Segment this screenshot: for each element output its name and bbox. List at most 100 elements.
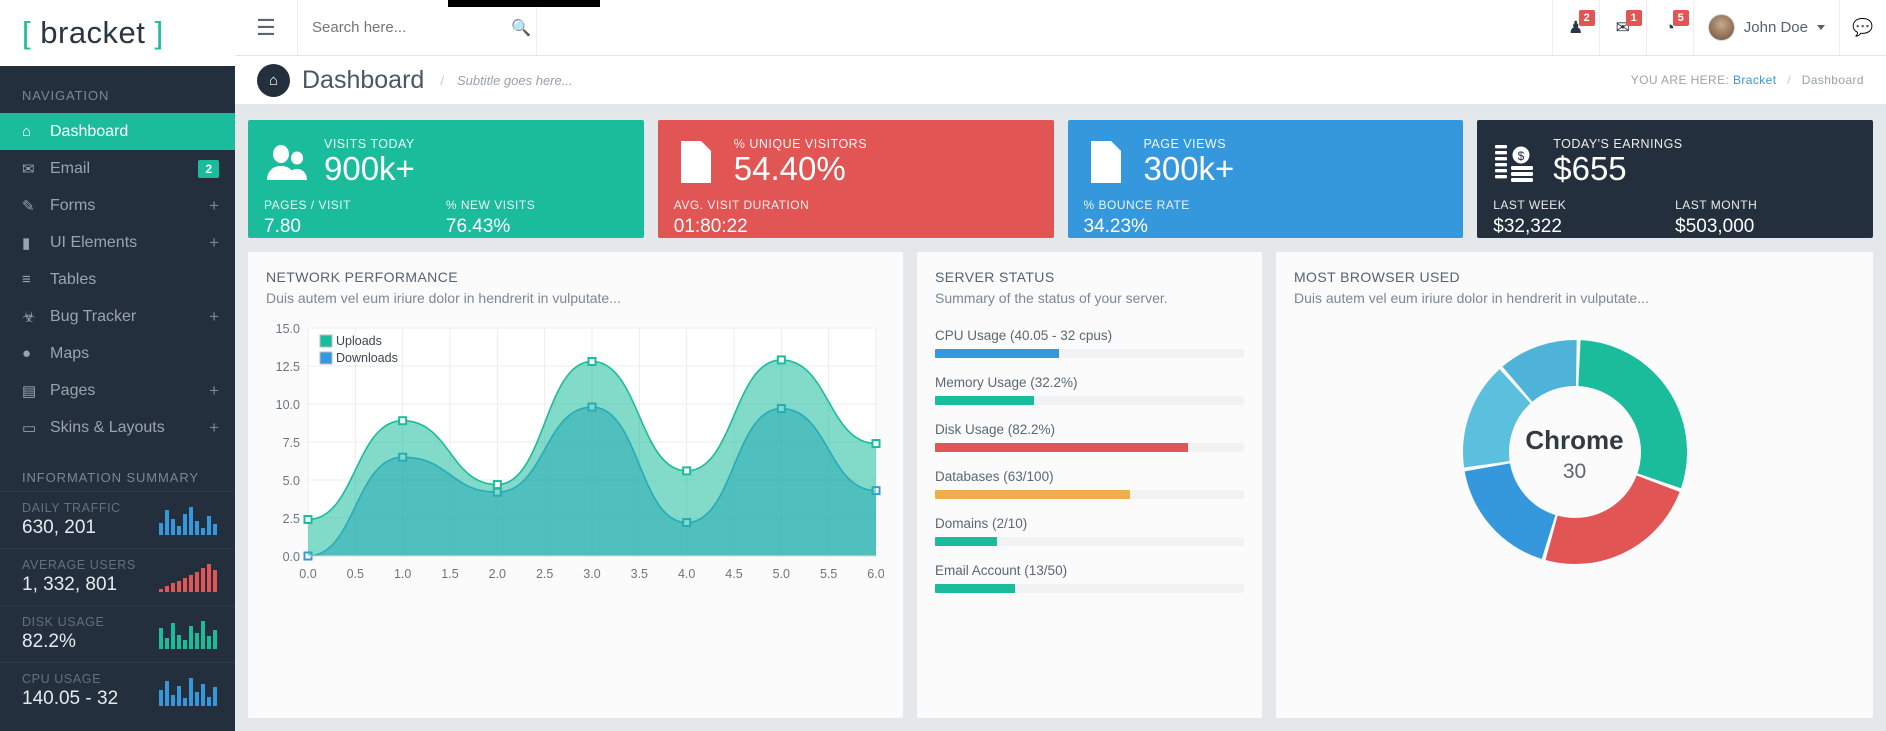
info-label: CPU USAGE bbox=[22, 672, 118, 686]
page-subtitle-wrap: /Subtitle goes here... bbox=[440, 73, 572, 88]
svg-text:2.0: 2.0 bbox=[489, 567, 506, 581]
svg-text:1.5: 1.5 bbox=[441, 567, 458, 581]
expand-plus-icon[interactable]: + bbox=[209, 196, 219, 216]
sidebar-item-tables[interactable]: ≡Tables bbox=[0, 261, 235, 298]
info-value: 82.2% bbox=[22, 631, 104, 653]
card-value: 900k+ bbox=[324, 152, 415, 187]
visits-today-card[interactable]: VISITS TODAY900k+ PAGES / VISIT 7.80% NEW … bbox=[248, 120, 644, 238]
breadcrumb-root-link[interactable]: Bracket bbox=[1733, 73, 1776, 87]
card-footer: % BOUNCE RATE34.23% bbox=[1084, 198, 1448, 238]
browser-panel-title: MOST BROWSER USED bbox=[1294, 269, 1855, 285]
info-label: DAILY TRAFFIC bbox=[22, 501, 121, 515]
search-icon[interactable]: 🔍 bbox=[511, 18, 531, 38]
card-foot-value: 7.80 bbox=[264, 216, 446, 238]
home-icon: ⌂ bbox=[22, 123, 50, 140]
progress-track bbox=[935, 349, 1244, 358]
briefcase-icon: ▮ bbox=[22, 234, 50, 252]
card-foot-label: LAST WEEK bbox=[1493, 198, 1675, 212]
server-status-list: CPU Usage (40.05 - 32 cpus)Memory Usage … bbox=[935, 328, 1244, 593]
users-icon[interactable]: ♟2 bbox=[1552, 0, 1599, 55]
sidebar-item-pages[interactable]: ▤Pages+ bbox=[0, 372, 235, 409]
sidebar-item-maps[interactable]: ●Maps bbox=[0, 335, 235, 372]
breadcrumb-current: Dashboard bbox=[1802, 73, 1864, 87]
svg-text:0.0: 0.0 bbox=[299, 567, 316, 581]
card-text: % UNIQUE VISITORS54.40% bbox=[734, 137, 867, 187]
svg-text:4.5: 4.5 bbox=[725, 567, 742, 581]
todays-earnings-card[interactable]: $TODAY'S EARNINGS$655LAST WEEK$32,322LAS… bbox=[1477, 120, 1873, 238]
svg-text:4.0: 4.0 bbox=[678, 567, 695, 581]
page-views-card[interactable]: PAGE VIEWS300k+ % BOUNCE RATE34.23% bbox=[1068, 120, 1464, 238]
brand-name: bracket bbox=[40, 15, 145, 50]
expand-plus-icon[interactable]: + bbox=[209, 307, 219, 327]
bug-icon: ☣ bbox=[22, 308, 50, 326]
user-menu[interactable]: John Doe bbox=[1693, 0, 1839, 55]
card-foot-value: 76.43% bbox=[446, 216, 628, 238]
search-input[interactable] bbox=[312, 19, 511, 36]
sidebar-item-label: Forms bbox=[50, 197, 209, 215]
edit-icon: ✎ bbox=[22, 197, 50, 215]
document-icon: ▤ bbox=[22, 382, 50, 400]
svg-text:7.5: 7.5 bbox=[283, 436, 300, 450]
sidebar-item-dashboard[interactable]: ⌂Dashboard bbox=[0, 113, 235, 150]
info-summary-row: CPU USAGE140.05 - 32 bbox=[0, 662, 235, 719]
network-performance-panel: NETWORK PERFORMANCE Duis autem vel eum i… bbox=[248, 252, 903, 718]
sidebar-item-forms[interactable]: ✎Forms+ bbox=[0, 187, 235, 224]
card-foot-label: AVG. VISIT DURATION bbox=[674, 198, 856, 212]
server-status-label: Memory Usage (32.2%) bbox=[935, 375, 1244, 390]
svg-text:2.5: 2.5 bbox=[283, 512, 300, 526]
home-icon: ⌂ bbox=[257, 64, 290, 97]
sidebar-item-email[interactable]: ✉Email2 bbox=[0, 150, 235, 187]
progress-track bbox=[935, 443, 1244, 452]
progress-track bbox=[935, 396, 1244, 405]
avatar bbox=[1708, 14, 1735, 41]
most-browser-used-donut bbox=[1457, 334, 1693, 575]
search-box[interactable]: 🔍 bbox=[297, 0, 537, 55]
card-foot-label: PAGES / VISIT bbox=[264, 198, 446, 212]
card-text: VISITS TODAY900k+ bbox=[324, 137, 415, 187]
expand-plus-icon[interactable]: + bbox=[209, 233, 219, 253]
svg-text:2.5: 2.5 bbox=[536, 567, 553, 581]
card-text: PAGE VIEWS300k+ bbox=[1144, 137, 1235, 187]
sidebar-item-label: Skins & Layouts bbox=[50, 419, 209, 437]
chevron-down-icon[interactable] bbox=[1817, 25, 1825, 30]
sidebar-item-skins-layouts[interactable]: ▭Skins & Layouts+ bbox=[0, 409, 235, 446]
server-status-item: Disk Usage (82.2%) bbox=[935, 422, 1244, 452]
sidebar-item-bug-tracker[interactable]: ☣Bug Tracker+ bbox=[0, 298, 235, 335]
svg-text:3.5: 3.5 bbox=[631, 567, 648, 581]
chat-icon[interactable]: 💬 bbox=[1839, 0, 1886, 55]
svg-text:5.0: 5.0 bbox=[283, 474, 300, 488]
card-footer: AVG. VISIT DURATION01:80:22 bbox=[674, 198, 1038, 238]
card-value: $655 bbox=[1553, 152, 1682, 187]
progress-track bbox=[935, 537, 1244, 546]
server-status-label: Disk Usage (82.2%) bbox=[935, 422, 1244, 437]
menu-toggle-icon[interactable]: ☰ bbox=[235, 15, 297, 41]
info-value: 630, 201 bbox=[22, 517, 121, 539]
sparkline-chart bbox=[159, 676, 217, 706]
envelope-icon[interactable]: ✉1 bbox=[1599, 0, 1646, 55]
card-foot-value: $503,000 bbox=[1675, 216, 1857, 238]
expand-plus-icon[interactable]: + bbox=[209, 418, 219, 438]
sidebar-nav-list: ⌂Dashboard✉Email2✎Forms+▮UI Elements+≡Ta… bbox=[0, 113, 235, 446]
svg-text:5.5: 5.5 bbox=[820, 567, 837, 581]
brand-right-bracket: ] bbox=[155, 15, 164, 50]
card-label: PAGE VIEWS bbox=[1144, 137, 1235, 151]
unique-visitors-card[interactable]: % UNIQUE VISITORS54.40% AVG. VISIT DURATI… bbox=[658, 120, 1054, 238]
top-header: ☰ 🔍 ♟2✉1◔5 John Doe 💬 bbox=[235, 0, 1886, 56]
svg-text:0.5: 0.5 bbox=[347, 567, 364, 581]
expand-plus-icon[interactable]: + bbox=[209, 381, 219, 401]
card-foot-stat: % NEW VISITS76.43% bbox=[446, 198, 628, 238]
sidebar-item-badge: 2 bbox=[198, 160, 219, 178]
network-panel-subtitle: Duis autem vel eum iriure dolor in hendr… bbox=[266, 289, 885, 308]
breadcrumb-prefix: YOU ARE HERE: bbox=[1631, 73, 1730, 87]
card-top: VISITS TODAY900k+ bbox=[264, 134, 628, 189]
svg-text:Uploads: Uploads bbox=[336, 334, 382, 348]
brand-logo[interactable]: [ bracket ] bbox=[0, 0, 235, 66]
page-icon bbox=[1084, 139, 1130, 185]
list-icon: ≡ bbox=[22, 271, 50, 288]
alert-icon[interactable]: ◔5 bbox=[1646, 0, 1693, 55]
sidebar-item-ui-elements[interactable]: ▮UI Elements+ bbox=[0, 224, 235, 261]
progress-track bbox=[935, 490, 1244, 499]
main-content: VISITS TODAY900k+ PAGES / VISIT 7.80% NEW … bbox=[235, 105, 1886, 731]
page-title: Dashboard bbox=[302, 66, 424, 95]
info-label: DISK USAGE bbox=[22, 615, 104, 629]
